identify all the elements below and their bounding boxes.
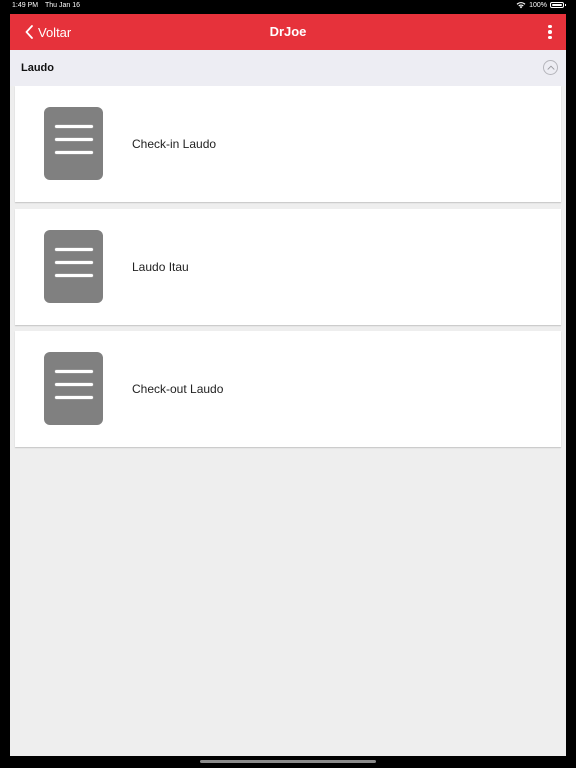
- more-dot-icon: [548, 24, 552, 29]
- section-title: Laudo: [21, 62, 54, 74]
- chevron-left-icon: [25, 25, 33, 39]
- list-item[interactable]: Check-in Laudo: [15, 86, 561, 202]
- back-button-label: Voltar: [38, 24, 72, 40]
- back-button[interactable]: Voltar: [24, 14, 71, 50]
- chevron-up-icon: [547, 65, 554, 70]
- collapse-button[interactable]: [543, 60, 558, 75]
- document-icon: [44, 107, 103, 180]
- page-title: DrJoe: [269, 24, 307, 39]
- list-item-label: Check-out Laudo: [132, 382, 224, 396]
- document-icon: [44, 352, 103, 425]
- more-dot-icon: [548, 35, 552, 40]
- status-time: 1:49 PM: [12, 2, 39, 9]
- navigation-bar: Voltar DrJoe: [10, 14, 566, 50]
- battery-percent: 100%: [529, 1, 547, 9]
- home-indicator[interactable]: [200, 760, 376, 763]
- status-indicators: 100%: [516, 1, 566, 9]
- status-date: Thu Jan 16: [45, 2, 81, 9]
- list-item[interactable]: Check-out Laudo: [15, 331, 561, 447]
- app-screen: Voltar DrJoe Laudo Check-in Laudo Laudo …: [10, 14, 566, 756]
- wifi-icon: [516, 2, 526, 9]
- more-dot-icon: [548, 30, 552, 34]
- more-options-button[interactable]: [544, 23, 556, 41]
- status-bar: 1:49 PM Thu Jan 16 100%: [0, 0, 576, 14]
- section-header[interactable]: Laudo: [10, 50, 566, 86]
- battery-icon: [550, 2, 566, 8]
- list-item-label: Laudo Itau: [132, 260, 189, 274]
- list-item[interactable]: Laudo Itau: [15, 209, 561, 325]
- list-item-label: Check-in Laudo: [132, 137, 217, 151]
- document-icon: [44, 230, 103, 303]
